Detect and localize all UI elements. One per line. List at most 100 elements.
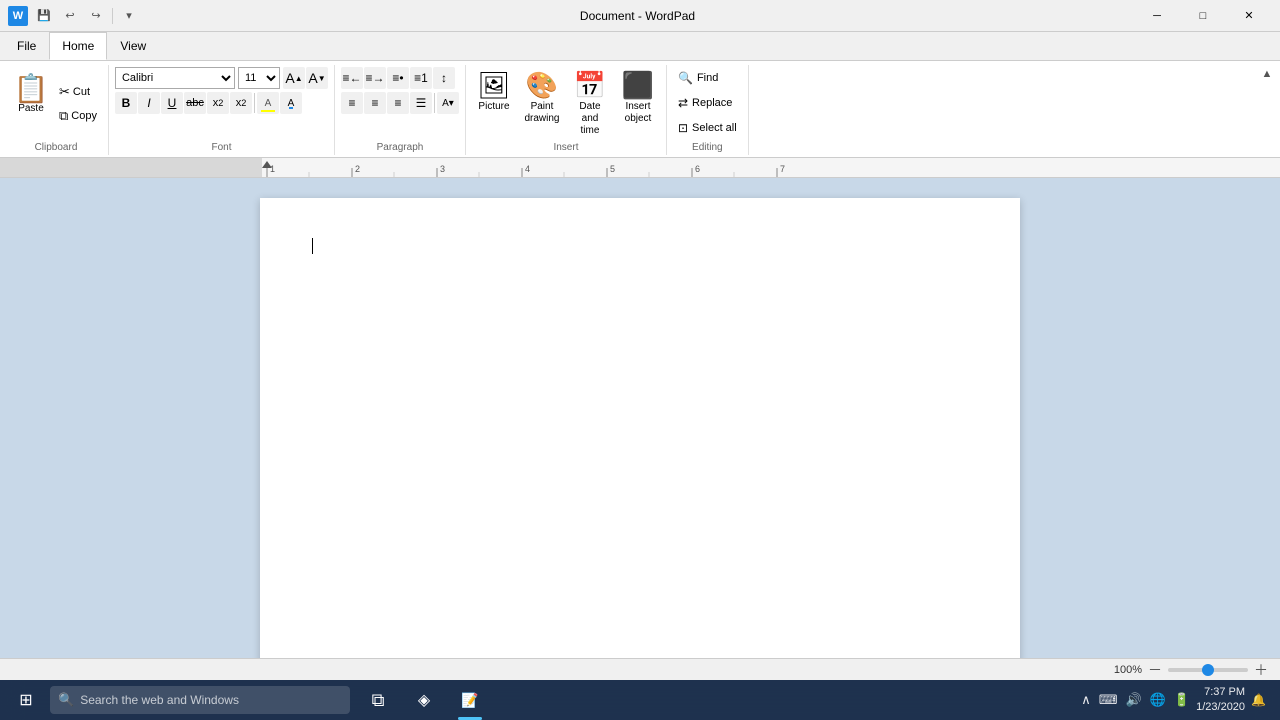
- keyboard-icon[interactable]: ⌨: [1097, 690, 1120, 710]
- copy-icon: ⧉: [59, 108, 68, 124]
- taskbar-right: ∧ ⌨ 🔊 🌐 🔋 7:37 PM 1/23/2020 🔔: [1071, 685, 1276, 716]
- zoom-in-btn[interactable]: ＋: [1252, 661, 1270, 679]
- editing-group: 🔍 Find ⇄ Replace ⊡ Select all Editing: [667, 65, 749, 155]
- chevron-up-icon[interactable]: ∧: [1079, 690, 1093, 710]
- close-button[interactable]: ✕: [1226, 0, 1272, 32]
- italic-button[interactable]: I: [138, 92, 160, 114]
- highlight-icon: A: [288, 98, 295, 109]
- font-row1: Calibri 11 A▲ A▼: [115, 67, 328, 89]
- para-row2: ≡ ≡ ≡ ☰ A▾: [341, 92, 459, 114]
- start-button[interactable]: ⊞: [4, 680, 48, 720]
- paragraph-group: ≡← ≡→ ≡• ≡1 ↕ ≡ ≡ ≡ ☰ A▾ Paragraph: [335, 65, 466, 155]
- minimize-button[interactable]: ─: [1134, 0, 1180, 32]
- select-all-button[interactable]: ⊡ Select all: [673, 117, 742, 139]
- zoom-slider[interactable]: [1168, 668, 1248, 672]
- decrease-indent-btn[interactable]: ≡←: [341, 67, 363, 89]
- underline-button[interactable]: U: [161, 92, 183, 114]
- font-size-buttons: A▲ A▼: [283, 67, 328, 89]
- date-time-label: Date andtime: [571, 101, 609, 137]
- paste-button[interactable]: 📋 Paste: [10, 67, 52, 121]
- taskbar-search[interactable]: 🔍 Search the web and Windows: [50, 686, 350, 714]
- scroll-area[interactable]: [0, 178, 1280, 658]
- date-time-icon: 📅: [574, 70, 606, 101]
- taskbar-clock[interactable]: 7:37 PM 1/23/2020: [1196, 685, 1245, 716]
- paragraph-group-label: Paragraph: [341, 140, 459, 153]
- select-all-label: Select all: [692, 122, 737, 134]
- clock-time: 7:37 PM: [1196, 685, 1245, 700]
- taskbar: ⊞ 🔍 Search the web and Windows ⧉ ◈ 📝 ∧ ⌨…: [0, 680, 1280, 720]
- taskbar-app1[interactable]: ◈: [402, 680, 446, 720]
- decrease-font-btn[interactable]: A▼: [306, 67, 328, 89]
- bold-button[interactable]: B: [115, 92, 137, 114]
- picture-button[interactable]: 🖼 Picture: [472, 67, 516, 116]
- clipboard-group-label: Clipboard: [10, 140, 102, 153]
- document-page[interactable]: [260, 198, 1020, 658]
- paint-drawing-button[interactable]: 🎨 Paintdrawing: [520, 67, 564, 128]
- align-center-btn[interactable]: ≡: [364, 92, 386, 114]
- tab-file[interactable]: File: [4, 32, 49, 60]
- find-button[interactable]: 🔍 Find: [673, 67, 723, 89]
- font-name-select[interactable]: Calibri: [115, 67, 235, 89]
- battery-icon[interactable]: 🔋: [1172, 690, 1192, 710]
- tab-view[interactable]: View: [107, 32, 159, 60]
- taskbar-search-label: Search the web and Windows: [80, 693, 239, 707]
- zoom-slider-thumb[interactable]: [1202, 664, 1214, 676]
- window-title: Document - WordPad: [141, 9, 1134, 23]
- date-time-button[interactable]: 📅 Date andtime: [568, 67, 612, 140]
- status-bar: 100% － ＋: [0, 658, 1280, 680]
- font-size-select[interactable]: 11: [238, 67, 280, 89]
- text-color-btn[interactable]: A: [257, 92, 279, 114]
- qa-separator: [112, 8, 113, 24]
- maximize-button[interactable]: □: [1180, 0, 1226, 32]
- paragraph-content: ≡← ≡→ ≡• ≡1 ↕ ≡ ≡ ≡ ☰ A▾: [341, 67, 459, 140]
- zoom-out-btn[interactable]: －: [1146, 661, 1164, 679]
- ribbon-content: 📋 Paste ✂ Cut ⧉ Copy Clipboard: [0, 60, 1280, 157]
- line-spacing-btn[interactable]: ↕: [433, 67, 455, 89]
- insert-object-button[interactable]: ⬛ Insertobject: [616, 67, 660, 128]
- ruler-main: 1 2 3 4 5 6 7: [262, 158, 1280, 177]
- bullet-list-btn[interactable]: ≡•: [387, 67, 409, 89]
- insert-object-label: Insertobject: [625, 101, 652, 125]
- quick-access-toolbar: 💾 ↩ ↪ ▾: [32, 4, 141, 28]
- find-label: Find: [697, 72, 718, 84]
- strikethrough-button[interactable]: abc: [184, 92, 206, 114]
- ruler-left-margin: [0, 158, 262, 177]
- taskbar-wordpad[interactable]: 📝: [448, 680, 492, 720]
- clipboard-group: 📋 Paste ✂ Cut ⧉ Copy Clipboard: [4, 65, 109, 155]
- subscript-button[interactable]: x2: [207, 92, 229, 114]
- increase-font-btn[interactable]: A▲: [283, 67, 305, 89]
- cut-button[interactable]: ✂ Cut: [54, 81, 102, 103]
- undo-quick-btn[interactable]: ↩: [58, 4, 82, 28]
- para-separator: [434, 93, 435, 113]
- ribbon-collapse-btn[interactable]: ▲: [1258, 65, 1276, 83]
- editing-content: 🔍 Find ⇄ Replace ⊡ Select all: [673, 67, 742, 140]
- copy-button[interactable]: ⧉ Copy: [54, 105, 102, 127]
- notification-icon[interactable]: 🔔: [1249, 691, 1268, 709]
- picture-icon: 🖼: [477, 70, 510, 101]
- text-highlight-btn[interactable]: A: [280, 92, 302, 114]
- customize-quick-btn[interactable]: ▾: [117, 4, 141, 28]
- increase-indent-btn[interactable]: ≡→: [364, 67, 386, 89]
- svg-text:5: 5: [610, 164, 615, 174]
- task-view-btn[interactable]: ⧉: [356, 680, 400, 720]
- text-cursor: [312, 238, 313, 254]
- superscript-button[interactable]: x2: [230, 92, 252, 114]
- para-color-btn[interactable]: A▾: [437, 92, 459, 114]
- cut-copy-column: ✂ Cut ⧉ Copy: [54, 67, 102, 140]
- volume-icon[interactable]: 🔊: [1124, 690, 1144, 710]
- title-bar: W 💾 ↩ ↪ ▾ Document - WordPad ─ □ ✕: [0, 0, 1280, 32]
- align-right-btn[interactable]: ≡: [387, 92, 409, 114]
- picture-label: Picture: [478, 101, 509, 113]
- svg-text:2: 2: [355, 164, 360, 174]
- numbered-list-btn[interactable]: ≡1: [410, 67, 432, 89]
- align-justify-btn[interactable]: ☰: [410, 92, 432, 114]
- align-left-btn[interactable]: ≡: [341, 92, 363, 114]
- ribbon-tabs: File Home View: [0, 32, 1280, 60]
- redo-quick-btn[interactable]: ↪: [84, 4, 108, 28]
- network-icon[interactable]: 🌐: [1148, 690, 1168, 710]
- replace-button[interactable]: ⇄ Replace: [673, 92, 737, 114]
- tab-home[interactable]: Home: [49, 32, 107, 60]
- app-icon: W: [8, 6, 28, 26]
- copy-label: Copy: [71, 110, 97, 122]
- save-quick-btn[interactable]: 💾: [32, 4, 56, 28]
